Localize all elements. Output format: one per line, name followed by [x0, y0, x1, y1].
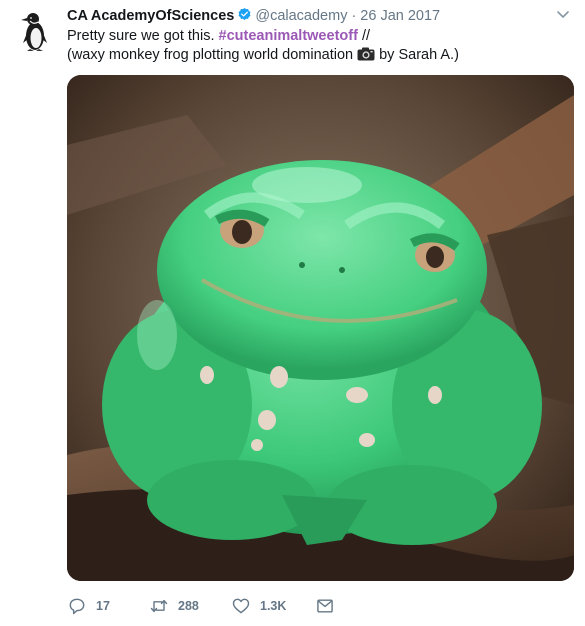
heart-icon: [232, 598, 250, 614]
envelope-icon: [317, 599, 333, 613]
hashtag-link[interactable]: #cuteanimaltweetoff: [219, 28, 358, 44]
tweet-actions: 17 288 1.3K: [67, 595, 355, 617]
tweet-menu-caret[interactable]: [555, 6, 571, 22]
penguin-avatar-icon: [12, 7, 58, 53]
tweet-card[interactable]: CA AcademyOfSciences @calacademy · 26 Jan …: [0, 0, 585, 626]
retweet-count: 288: [178, 599, 199, 613]
chevron-down-icon: [557, 11, 569, 18]
reply-icon: [69, 598, 85, 615]
user-handle[interactable]: @calacademy: [255, 8, 347, 24]
tweet-text-suffix: //: [357, 28, 371, 44]
like-count: 1.3K: [260, 599, 287, 613]
reply-button[interactable]: 17: [67, 596, 149, 616]
camera-icon: [357, 47, 375, 61]
tweet-text-credit: by Sarah A.): [379, 47, 459, 63]
tweet-text-prefix: Pretty sure we got this.: [67, 28, 219, 44]
tweet-header: CA AcademyOfSciences @calacademy · 26 Jan …: [67, 7, 440, 25]
direct-message-button[interactable]: [315, 596, 355, 616]
tweet-date[interactable]: 26 Jan 2017: [360, 8, 440, 24]
tweet-text-caption: (waxy monkey frog plotting world dominat…: [67, 47, 354, 63]
retweet-button[interactable]: 288: [149, 596, 231, 616]
display-name[interactable]: CA AcademyOfSciences: [67, 8, 234, 24]
retweet-icon: [150, 599, 168, 613]
avatar[interactable]: [12, 7, 58, 53]
tweet-text: Pretty sure we got this. #cuteanimaltwee…: [67, 27, 567, 65]
reply-count: 17: [96, 599, 110, 613]
frog-photo-image: [67, 75, 574, 581]
header-separator: ·: [351, 8, 357, 24]
tweet-photo[interactable]: [67, 75, 574, 581]
like-button[interactable]: 1.3K: [231, 596, 315, 616]
verified-badge-icon: [238, 7, 251, 20]
tweet-text-line-2: (waxy monkey frog plotting world dominat…: [67, 46, 567, 65]
tweet-text-line-1: Pretty sure we got this. #cuteanimaltwee…: [67, 27, 567, 46]
